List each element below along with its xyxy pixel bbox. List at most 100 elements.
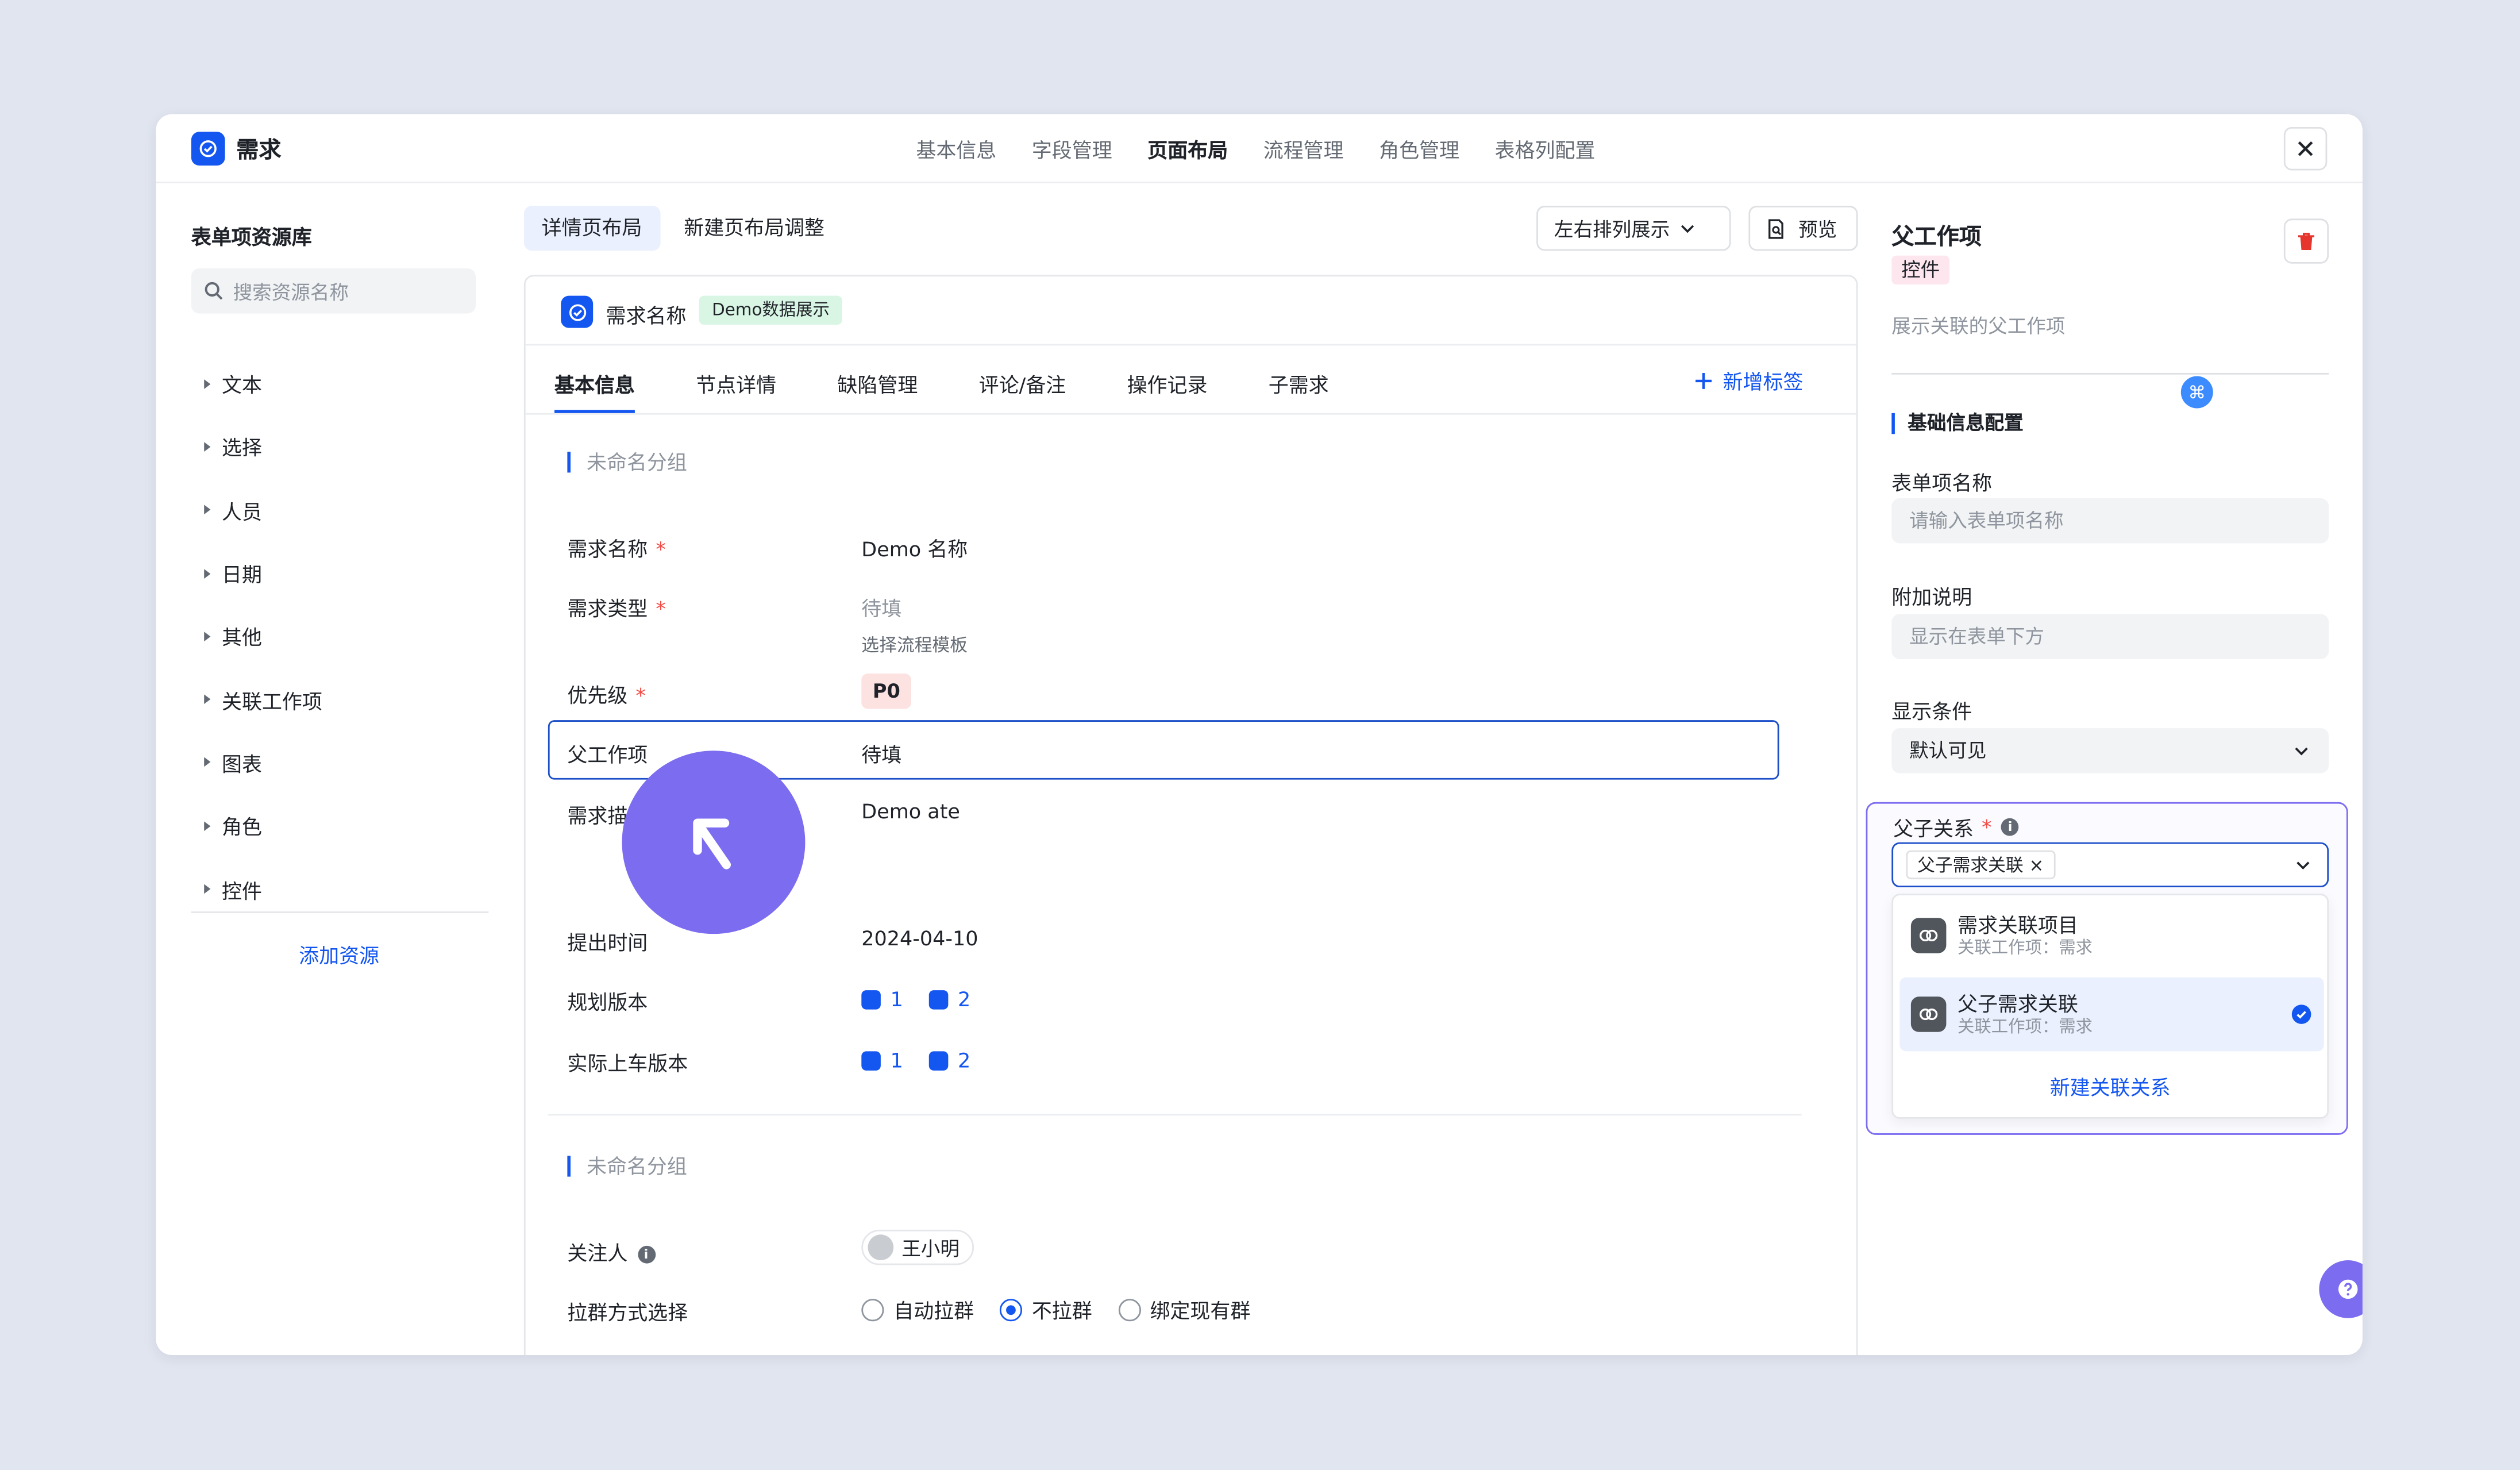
plus-icon [1696, 372, 1712, 388]
arrow-up-left-icon [693, 818, 731, 869]
name-input[interactable]: 请输入表单项名称 [1891, 498, 2329, 544]
nav-role-management[interactable]: 角色管理 [1379, 133, 1459, 164]
radio-label: 不拉群 [1031, 1299, 1092, 1323]
nav-basic-info[interactable]: 基本信息 [916, 133, 996, 164]
relation-config: 父子关系 * i 父子需求关联 × 需求关联项目 关联工作项：需求 父子需求关联 关联工… [1866, 802, 2348, 1135]
chevron-down-icon [1681, 225, 1694, 233]
tab-basic-info[interactable]: 基本信息 [554, 368, 635, 413]
field-label-watcher: 关注人 i [567, 1236, 655, 1267]
link-icon [1910, 918, 1947, 953]
radio-auto-group[interactable] [861, 1298, 884, 1321]
library-search-input[interactable]: 搜索资源名称 [191, 268, 476, 314]
library-item-label: 日期 [222, 563, 262, 587]
field-label-real-version: 实际上车版本 [567, 1051, 688, 1076]
top-bar: 需求 基本信息 字段管理 页面布局 流程管理 角色管理 表格列配置 [156, 114, 2363, 183]
tab-sub-requirements[interactable]: 子需求 [1269, 368, 1329, 413]
tab-new-layout[interactable]: 新建页布局调整 [666, 206, 842, 251]
library-item-label: 人员 [222, 499, 262, 524]
caret-right-icon [204, 821, 211, 831]
add-tag-button[interactable]: 新增标签 [1694, 365, 1803, 395]
condition-select[interactable]: 默认可见 [1891, 728, 2329, 774]
tab-defects[interactable]: 缺陷管理 [837, 368, 918, 413]
version-icon [928, 1050, 949, 1070]
field-label-priority: 优先级 * [567, 683, 646, 707]
library-divider [191, 911, 489, 913]
library-item-related-work[interactable]: 关联工作项 [204, 668, 322, 731]
real-version-values: 12 [861, 1048, 987, 1072]
field-label-parent: 父工作项 [567, 742, 648, 767]
add-resource-link[interactable]: 添加资源 [299, 939, 379, 969]
group-title: 未命名分组 [567, 452, 687, 472]
note-input[interactable]: 显示在表单下方 [1891, 614, 2329, 659]
field-value-type[interactable]: 待填 [861, 591, 901, 622]
relation-select[interactable]: 父子需求关联 × [1891, 842, 2329, 888]
library-list: 文本 选择 人员 日期 其他 关联工作项 图表 角色 控件 [204, 352, 322, 921]
condition-label: 显示条件 [1891, 699, 1972, 724]
library-item-label: 其他 [222, 626, 262, 650]
question-icon [2338, 1279, 2358, 1299]
tag-remove-icon[interactable]: × [2029, 855, 2044, 876]
library-title: 表单项资源库 [191, 225, 312, 249]
info-icon: i [2001, 818, 2020, 836]
help-button[interactable] [2319, 1260, 2363, 1318]
caret-right-icon [204, 568, 211, 578]
library-item-text[interactable]: 文本 [204, 352, 322, 415]
library-item-other[interactable]: 其他 [204, 605, 322, 668]
tab-node-detail[interactable]: 节点详情 [696, 368, 776, 413]
preview-label: 预览 [1798, 218, 1837, 241]
watcher-chip[interactable]: 王小明 [861, 1229, 974, 1265]
library-item-person[interactable]: 人员 [204, 478, 322, 541]
card-header: 需求名称 Demo数据展示 [525, 276, 1856, 346]
tab-comments[interactable]: 评论/备注 [979, 368, 1066, 413]
caret-right-icon [204, 884, 211, 894]
relation-label: 父子关系 * i [1893, 812, 2020, 842]
layout-tabs: 详情页布局 新建页布局调整 [523, 206, 842, 251]
close-button[interactable] [2283, 126, 2328, 171]
library-item-label: 控件 [222, 878, 262, 903]
library-item-chart[interactable]: 图表 [204, 731, 322, 794]
check-icon [2291, 1005, 2311, 1024]
caret-right-icon [204, 505, 211, 515]
layout-mode-select[interactable]: 左右排列展示 [1536, 206, 1731, 251]
search-icon [205, 282, 223, 300]
nav-page-layout[interactable]: 页面布局 [1147, 133, 1228, 164]
nav-field-management[interactable]: 字段管理 [1032, 133, 1112, 164]
field-label-name: 需求名称 * [567, 537, 666, 561]
selected-relation-tag: 父子需求关联 × [1906, 850, 2055, 880]
nav-table-column-config[interactable]: 表格列配置 [1495, 133, 1596, 164]
card-tabs: 基本信息 节点详情 缺陷管理 评论/备注 操作记录 子需求 [554, 368, 1390, 413]
radio-no-group[interactable] [999, 1298, 1023, 1321]
tab-operation-log[interactable]: 操作记录 [1127, 368, 1208, 413]
field-sub-type: 选择流程模板 [861, 634, 968, 656]
close-icon [2298, 141, 2313, 156]
group-divider [548, 1114, 1802, 1116]
library-item-date[interactable]: 日期 [204, 541, 322, 605]
caret-right-icon [204, 379, 211, 388]
preview-button[interactable]: 预览 [1748, 206, 1858, 251]
tabs-divider [525, 413, 1856, 415]
avatar [868, 1234, 894, 1261]
chevron-down-icon [2296, 861, 2310, 870]
option-name: 需求关联项目 [1957, 912, 2078, 937]
app-window: 需求 基本信息 字段管理 页面布局 流程管理 角色管理 表格列配置 表单项资源库… [156, 114, 2363, 1356]
nav-flow-management[interactable]: 流程管理 [1263, 133, 1344, 164]
tab-detail-layout[interactable]: 详情页布局 [523, 206, 660, 251]
library-item-role[interactable]: 角色 [204, 794, 322, 857]
delete-button[interactable] [2283, 218, 2329, 264]
relation-option-selected[interactable]: 父子需求关联 关联工作项：需求 [1899, 977, 2324, 1052]
radio-bind-existing-group[interactable] [1118, 1298, 1140, 1321]
chevron-down-icon [2295, 747, 2308, 756]
group-chat-radio-group: 自动拉群 不拉群 绑定现有群 [861, 1294, 1276, 1325]
library-item-select[interactable]: 选择 [204, 415, 322, 479]
priority-badge[interactable]: P0 [861, 674, 912, 709]
card-title: 需求名称 [606, 303, 687, 328]
shortcut-icon[interactable]: ⌘ [2180, 376, 2213, 409]
library-item-label: 选择 [222, 436, 262, 461]
version-icon [928, 989, 949, 1009]
watcher-name: 王小明 [901, 1237, 960, 1260]
option-sub: 关联工作项：需求 [1957, 1017, 2093, 1036]
group-title: 未命名分组 [567, 1156, 687, 1177]
new-relation-link[interactable]: 新建关联关系 [1893, 1071, 2327, 1101]
note-label: 附加说明 [1891, 585, 1972, 610]
relation-option[interactable]: 需求关联项目 关联工作项：需求 [1899, 899, 2324, 973]
